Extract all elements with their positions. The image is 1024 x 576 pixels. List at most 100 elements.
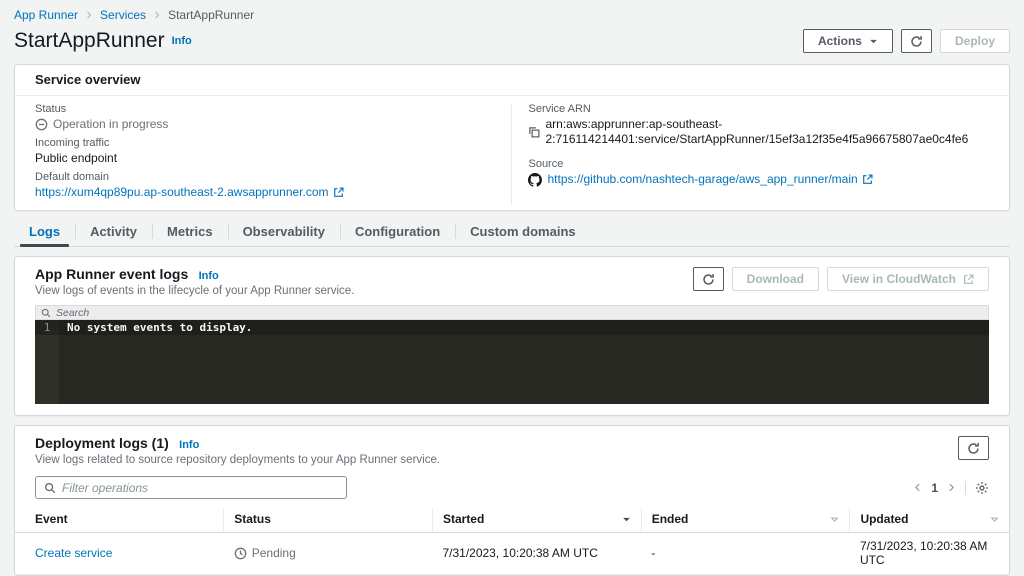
download-button-label: Download [746,272,804,286]
status-cell: Pending [223,532,433,575]
refresh-icon [910,35,923,48]
search-icon [44,482,56,494]
service-overview-left-column: Status Operation in progress Incoming tr… [35,103,511,205]
default-domain-url: https://xum4qp89pu.ap-southeast-2.awsapp… [35,185,329,199]
page-title-info-link[interactable]: Info [172,35,192,47]
event-logs-panel: App Runner event logs Info View logs of … [14,256,1010,416]
default-domain-label: Default domain [35,171,109,183]
default-domain-field: Default domain https://xum4qp89pu.ap-sou… [35,171,511,200]
deployment-logs-header: Deployment logs (1) Info View logs relat… [35,435,440,467]
in-progress-icon [35,118,48,131]
header-actions: Actions Deploy [802,29,1010,53]
breadcrumb-app-runner[interactable]: App Runner [14,8,78,22]
column-header-label: Status [234,512,271,526]
sort-inactive-icon[interactable] [830,515,839,524]
service-arn-field: Service ARN arn:aws:apprunner:ap-southea… [528,103,989,147]
tab-observability[interactable]: Observability [227,219,340,246]
service-overview-body: Status Operation in progress Incoming tr… [15,96,1009,210]
pending-clock-icon [234,547,247,560]
column-header-updated[interactable]: Updated [849,508,1009,533]
breadcrumb-services[interactable]: Services [100,8,146,22]
deployment-logs-panel: Deployment logs (1) Info View logs relat… [14,425,1010,576]
external-link-icon [862,174,873,185]
filter-operations-input[interactable] [62,480,338,495]
ended-cell: - [641,532,850,575]
deployment-logs-table: Event Status Started Ended Updated Creat… [15,508,1009,575]
line-number: 1 [35,320,59,335]
search-icon [41,308,51,318]
refresh-button[interactable] [900,29,932,53]
deployment-logs-info-link[interactable]: Info [179,439,199,451]
event-logs-actions: Download View in CloudWatch [692,266,989,291]
chevron-right-icon [153,11,161,19]
page-title: StartAppRunner [14,29,165,52]
service-tabs: Logs Activity Metrics Observability Conf… [14,219,1010,247]
table-header-row: Event Status Started Ended Updated [15,508,1009,533]
current-page-number[interactable]: 1 [931,481,938,495]
breadcrumb-current: StartAppRunner [168,8,255,22]
column-header-label: Ended [651,512,689,526]
tab-configuration[interactable]: Configuration [339,219,455,246]
view-in-cloudwatch-button[interactable]: View in CloudWatch [826,267,989,291]
column-header-label: Event [35,512,68,526]
pagination-divider [965,480,966,495]
deployment-logs-refresh-button[interactable] [958,436,989,460]
incoming-traffic-value: Public endpoint [35,151,118,165]
event-logs-header: App Runner event logs Info View logs of … [35,266,354,298]
source-field: Source https://github.com/nashtech-garag… [528,158,989,187]
external-link-icon [963,273,974,285]
column-header-label: Started [442,512,485,526]
started-cell: 7/31/2023, 10:20:38 AM UTC [432,532,642,575]
service-arn-label: Service ARN [528,103,591,115]
next-page-icon[interactable] [947,483,956,492]
chevron-right-icon [85,11,93,19]
event-log-editor[interactable]: 1 No system events to display. [35,320,989,404]
column-header-status[interactable]: Status [223,508,433,533]
incoming-traffic-label: Incoming traffic [35,137,110,149]
service-arn-value: arn:aws:apprunner:ap-southeast-2:7161142… [545,117,969,146]
event-cell: Create service [15,532,224,575]
sort-descending-icon[interactable] [622,515,631,524]
tab-logs[interactable]: Logs [14,219,75,247]
copy-icon[interactable] [528,126,540,138]
event-logs-info-link[interactable]: Info [199,270,219,282]
log-search-input[interactable] [56,306,983,319]
default-domain-link[interactable]: https://xum4qp89pu.ap-southeast-2.awsapp… [35,185,344,200]
source-repository-link[interactable]: https://github.com/nashtech-garage/aws_a… [547,172,873,187]
service-overview-title: Service overview [15,65,1009,96]
breadcrumb: App Runner Services StartAppRunner [14,8,1010,22]
actions-button[interactable]: Actions [802,29,893,53]
source-label: Source [528,158,564,170]
event-logs-description: View logs of events in the lifecycle of … [35,285,355,297]
external-link-icon [333,187,344,198]
service-overview-right-column: Service ARN arn:aws:apprunner:ap-southea… [512,103,989,205]
incoming-traffic-field: Incoming traffic Public endpoint [35,137,511,166]
previous-page-icon[interactable] [913,483,922,492]
editor-message: No system events to display. [67,321,253,334]
refresh-icon [702,273,715,286]
column-header-event[interactable]: Event [15,508,224,533]
pagination: 1 [913,480,989,495]
table-row: Create service Pending 7/31/2023, 10:20:… [15,532,1009,575]
deploy-button[interactable]: Deploy [939,29,1010,53]
tab-custom-domains[interactable]: Custom domains [455,219,590,246]
tab-activity[interactable]: Activity [75,219,152,246]
editor-active-line: 1 No system events to display. [35,320,989,335]
event-logs-refresh-button[interactable] [692,267,724,291]
gear-icon[interactable] [975,481,989,495]
log-search-bar [35,305,989,320]
column-header-started[interactable]: Started [431,508,642,533]
page-header: StartAppRunner Info Actions Deploy [14,27,1010,55]
updated-cell: 7/31/2023, 10:20:38 AM UTC [849,532,1009,575]
caret-down-icon [869,37,878,46]
column-header-ended[interactable]: Ended [640,508,850,533]
sort-inactive-icon[interactable] [990,515,999,524]
filter-operations-box [35,476,347,499]
download-button[interactable]: Download [731,267,819,291]
github-icon [528,172,543,187]
create-service-link[interactable]: Create service [35,546,112,560]
tab-metrics[interactable]: Metrics [152,219,228,246]
status-value: Operation in progress [53,117,169,131]
source-repository-url: https://github.com/nashtech-garage/aws_a… [547,172,858,186]
deployment-logs-toolbar: 1 [15,470,1009,508]
